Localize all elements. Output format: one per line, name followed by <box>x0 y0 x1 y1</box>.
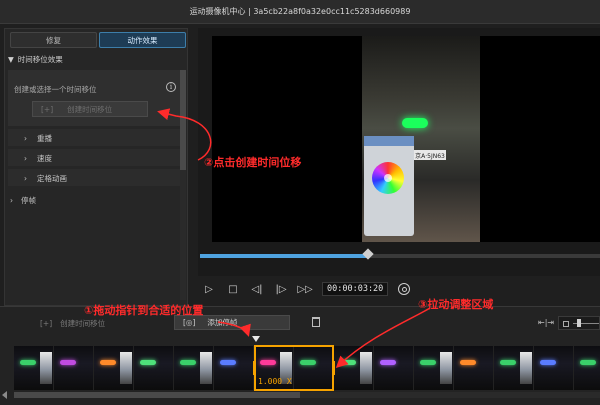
option-stop-motion[interactable]: › 定格动画 <box>24 173 67 184</box>
thumbnail-light <box>140 360 156 365</box>
timeline-scrollbar-thumb[interactable] <box>14 392 300 398</box>
selection-left-handle[interactable] <box>253 361 256 375</box>
annotation-adjust-area: ③拉动调整区域 <box>418 298 494 311</box>
timeline-thumbnail[interactable] <box>174 346 214 390</box>
selection-right-handle[interactable] <box>332 361 335 375</box>
thumbnail-light <box>220 360 236 365</box>
timecode-display: 00:00:03:20 <box>322 282 389 296</box>
title-bar: 运动摄像机中心 | 3a5cb22a8f0a32e0cc11c5283d6609… <box>0 0 600 24</box>
thumbnail-light <box>420 360 436 365</box>
section-title: 时间移位效果 <box>17 54 63 64</box>
next-frame-icon[interactable]: |▷ <box>274 282 288 296</box>
thumbnail-light <box>60 360 76 365</box>
time-shift-hint: 创建或选择一个时间移位 <box>14 85 97 94</box>
timeline-thumbnail[interactable] <box>494 346 534 390</box>
green-light <box>402 118 428 128</box>
timeline-thumbnail[interactable] <box>374 346 414 390</box>
timeline-thumbnail[interactable] <box>54 346 94 390</box>
timeline-thumbnail[interactable] <box>334 346 374 390</box>
fast-forward-icon[interactable]: ▷▷ <box>297 282 312 296</box>
timeline-thumbnail[interactable] <box>94 346 134 390</box>
zoom-out-icon[interactable] <box>563 321 569 327</box>
phone-status-bar <box>364 136 414 146</box>
create-time-shift-label: 创建时间移位 <box>67 104 113 114</box>
option-stop-motion-label: 定格动画 <box>37 174 67 183</box>
add-freeze-frame-label: 添加停帧 <box>207 318 238 327</box>
thumbnail-light <box>100 360 116 365</box>
freeze-frame-section[interactable]: › 停帧 <box>10 195 36 206</box>
tab-motion-effects[interactable]: 动作效果 <box>99 32 186 48</box>
phone-in-frame <box>364 136 414 236</box>
video-preview[interactable]: 京A·5JN63 <box>212 36 600 242</box>
zoom-knob[interactable] <box>577 319 581 327</box>
timeline-thumbnail[interactable] <box>14 346 54 390</box>
play-icon[interactable]: ▷ <box>202 282 216 296</box>
annotation-click-create: ②点击创建时间位移 <box>204 156 302 169</box>
timeline-scrollbar[interactable] <box>14 392 600 398</box>
freeze-frame-label: 停帧 <box>21 196 36 205</box>
timeline-thumbnail[interactable] <box>454 346 494 390</box>
seek-bar[interactable] <box>200 248 600 260</box>
add-bracket-icon: [+] <box>41 104 54 114</box>
fit-timeline-icon[interactable]: ⇤|⇥ <box>538 318 554 327</box>
player-controls: ▷ □ ◁| |▷ ▷▷ 00:00:03:20 <box>198 278 600 300</box>
speed-label: 1.000 X <box>258 377 292 386</box>
info-icon[interactable]: i <box>166 82 176 92</box>
timeline-create-time-shift-button[interactable]: [+] 创建时间移位 <box>40 316 105 330</box>
color-wheel <box>372 162 404 194</box>
thumbnail-light <box>460 360 476 365</box>
expand-arrow-icon: › <box>10 196 13 205</box>
panel-scrollbar[interactable] <box>180 70 186 300</box>
thumbnail-light <box>180 360 196 365</box>
tab-repair[interactable]: 修复 <box>10 32 97 48</box>
thumbnail-light <box>540 360 556 365</box>
snapshot-icon[interactable] <box>398 283 411 295</box>
timeline-thumbnail[interactable] <box>214 346 254 390</box>
timeline-thumbnail[interactable] <box>574 346 600 390</box>
prev-frame-icon[interactable]: ◁| <box>250 282 264 296</box>
timeline-create-time-shift-label: 创建时间移位 <box>60 318 106 328</box>
thumbnail-light <box>380 360 396 365</box>
video-frame: 京A·5JN63 <box>362 36 480 242</box>
timeline-thumbnail[interactable] <box>414 346 454 390</box>
option-replay-label: 重播 <box>37 134 52 143</box>
stop-icon[interactable]: □ <box>226 282 240 296</box>
add-bracket-icon: [+] <box>40 318 53 328</box>
scroll-left-arrow-icon[interactable] <box>2 391 7 399</box>
seek-bar-progress <box>200 254 368 258</box>
thumbnail-light <box>20 360 36 365</box>
timeline-zoom-slider[interactable] <box>558 316 600 330</box>
thumbnail-light <box>580 360 596 365</box>
thumbnail-light <box>500 360 516 365</box>
delete-icon[interactable] <box>312 317 320 327</box>
timeline-thumbnail[interactable] <box>134 346 174 390</box>
effects-tabs: 修复 动作效果 <box>10 32 186 48</box>
freeze-frame-icon: [◎] <box>183 318 196 327</box>
expand-arrow-icon: › <box>24 174 27 183</box>
time-shift-subpanel <box>8 70 182 126</box>
option-speed-label: 速度 <box>37 154 52 163</box>
color-wheel-center <box>384 174 392 182</box>
collapse-arrow-icon: ▼ <box>8 54 14 64</box>
timeline-thumbnail[interactable] <box>534 346 574 390</box>
thumbnail-light <box>340 360 356 365</box>
expand-arrow-icon: › <box>24 134 27 143</box>
playhead-marker[interactable] <box>252 336 260 342</box>
expand-arrow-icon: › <box>24 154 27 163</box>
annotation-drag-pointer: ①拖动指针到合适的位置 <box>84 304 204 317</box>
option-speed[interactable]: › 速度 <box>24 153 52 164</box>
create-time-shift-button[interactable]: [+] 创建时间移位 <box>32 101 148 117</box>
option-replay[interactable]: › 重播 <box>24 133 52 144</box>
time-shift-section-header[interactable]: ▼ 时间移位效果 <box>8 53 186 65</box>
license-plate: 京A·5JN63 <box>414 150 446 160</box>
window-title: 运动摄像机中心 | 3a5cb22a8f0a32e0cc11c5283d6609… <box>189 7 411 16</box>
panel-scrollbar-thumb[interactable] <box>180 70 186 170</box>
